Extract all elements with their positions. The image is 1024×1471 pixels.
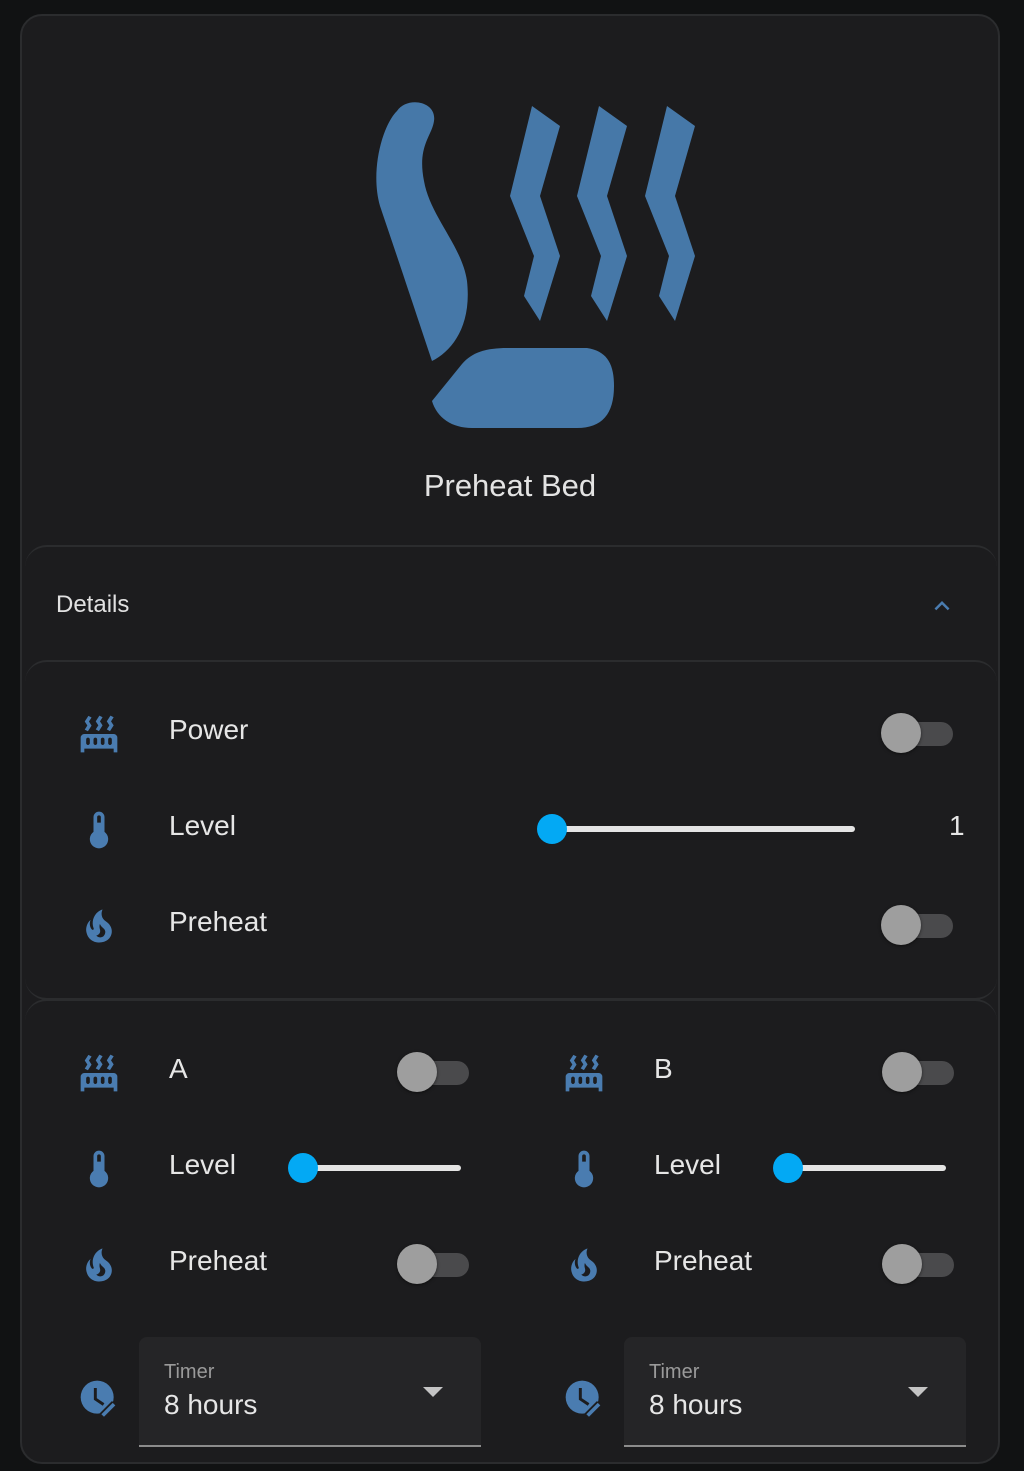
zone-a-power-row: A bbox=[77, 1041, 477, 1101]
preheat-toggle[interactable] bbox=[881, 902, 955, 946]
dropdown-arrow-icon bbox=[423, 1387, 443, 1397]
zone-b-level-slider[interactable] bbox=[773, 1153, 946, 1183]
toggle-thumb bbox=[881, 905, 921, 945]
timer-label: Timer bbox=[649, 1361, 700, 1383]
toggle-thumb bbox=[881, 713, 921, 753]
hero: Preheat Bed bbox=[22, 16, 998, 546]
main-controls: Power Level 1 Preheat bbox=[25, 660, 997, 1000]
zone-a-power-toggle[interactable] bbox=[397, 1049, 471, 1093]
toggle-thumb bbox=[397, 1244, 437, 1284]
zone-b-power-toggle[interactable] bbox=[882, 1049, 956, 1093]
slider-rail bbox=[552, 826, 855, 832]
power-row: Power bbox=[77, 702, 957, 762]
zone-a-level-label: Level bbox=[169, 1149, 236, 1180]
zone-b-preheat-label: Preheat bbox=[654, 1245, 753, 1276]
zone-a-label: A bbox=[169, 1053, 188, 1084]
zone-a-level-row: Level bbox=[77, 1137, 477, 1197]
zone-b-timer-select[interactable]: Timer 8 hours bbox=[624, 1337, 966, 1447]
level-slider[interactable] bbox=[537, 814, 855, 844]
entity-card: Preheat Bed Details Power Level 1 Prehea… bbox=[20, 14, 1000, 1464]
details-title: Details bbox=[56, 591, 130, 618]
timer-value: 8 hours bbox=[649, 1389, 743, 1420]
zone-b-level-row: Level bbox=[562, 1137, 962, 1197]
fire-icon bbox=[562, 1243, 606, 1287]
radiator-icon bbox=[77, 1051, 121, 1095]
preheat-label: Preheat bbox=[169, 906, 268, 937]
zones-section: A Level Preheat Timer 8 hours B Level Pr… bbox=[25, 999, 997, 1462]
preheat-row: Preheat bbox=[77, 894, 957, 954]
zone-b-preheat-toggle[interactable] bbox=[882, 1241, 956, 1285]
radiator-icon bbox=[77, 712, 121, 756]
fire-icon bbox=[77, 1243, 121, 1287]
zone-b-power-row: B bbox=[562, 1041, 962, 1101]
level-label: Level bbox=[169, 810, 236, 841]
level-value: 1 bbox=[949, 810, 965, 841]
timer-value: 8 hours bbox=[164, 1389, 258, 1420]
slider-rail bbox=[303, 1165, 461, 1171]
timer-label: Timer bbox=[164, 1361, 215, 1383]
zone-a-timer-select[interactable]: Timer 8 hours bbox=[139, 1337, 481, 1447]
fire-icon bbox=[77, 904, 121, 948]
zone-b-preheat-row: Preheat bbox=[562, 1233, 962, 1293]
toggle-thumb bbox=[397, 1052, 437, 1092]
thermometer-icon bbox=[562, 1147, 606, 1191]
slider-rail bbox=[788, 1165, 946, 1171]
level-row: Level 1 bbox=[77, 798, 965, 858]
zone-a-preheat-row: Preheat bbox=[77, 1233, 477, 1293]
slider-knob[interactable] bbox=[537, 814, 567, 844]
zone-b-level-label: Level bbox=[654, 1149, 721, 1180]
heated-seat-icon bbox=[362, 96, 702, 441]
zone-b-timer-icon bbox=[562, 1377, 606, 1421]
zone-a-preheat-toggle[interactable] bbox=[397, 1241, 471, 1285]
zone-a-preheat-label: Preheat bbox=[169, 1245, 268, 1276]
thermometer-icon bbox=[77, 808, 121, 852]
details-header[interactable]: Details bbox=[25, 547, 997, 659]
power-label: Power bbox=[169, 714, 249, 745]
thermometer-icon bbox=[77, 1147, 121, 1191]
zone-b-label: B bbox=[654, 1053, 673, 1084]
zone-a-level-slider[interactable] bbox=[288, 1153, 461, 1183]
zone-a-timer-icon bbox=[77, 1377, 121, 1421]
dropdown-arrow-icon bbox=[908, 1387, 928, 1397]
slider-knob[interactable] bbox=[773, 1153, 803, 1183]
radiator-icon bbox=[562, 1051, 606, 1095]
toggle-thumb bbox=[882, 1052, 922, 1092]
power-toggle[interactable] bbox=[881, 710, 955, 754]
slider-knob[interactable] bbox=[288, 1153, 318, 1183]
details-panel: Details Power Level 1 Preheat A Level Pr… bbox=[25, 545, 997, 1462]
entity-name: Preheat Bed bbox=[423, 468, 597, 503]
chevron-up-icon[interactable] bbox=[927, 591, 957, 621]
toggle-thumb bbox=[882, 1244, 922, 1284]
